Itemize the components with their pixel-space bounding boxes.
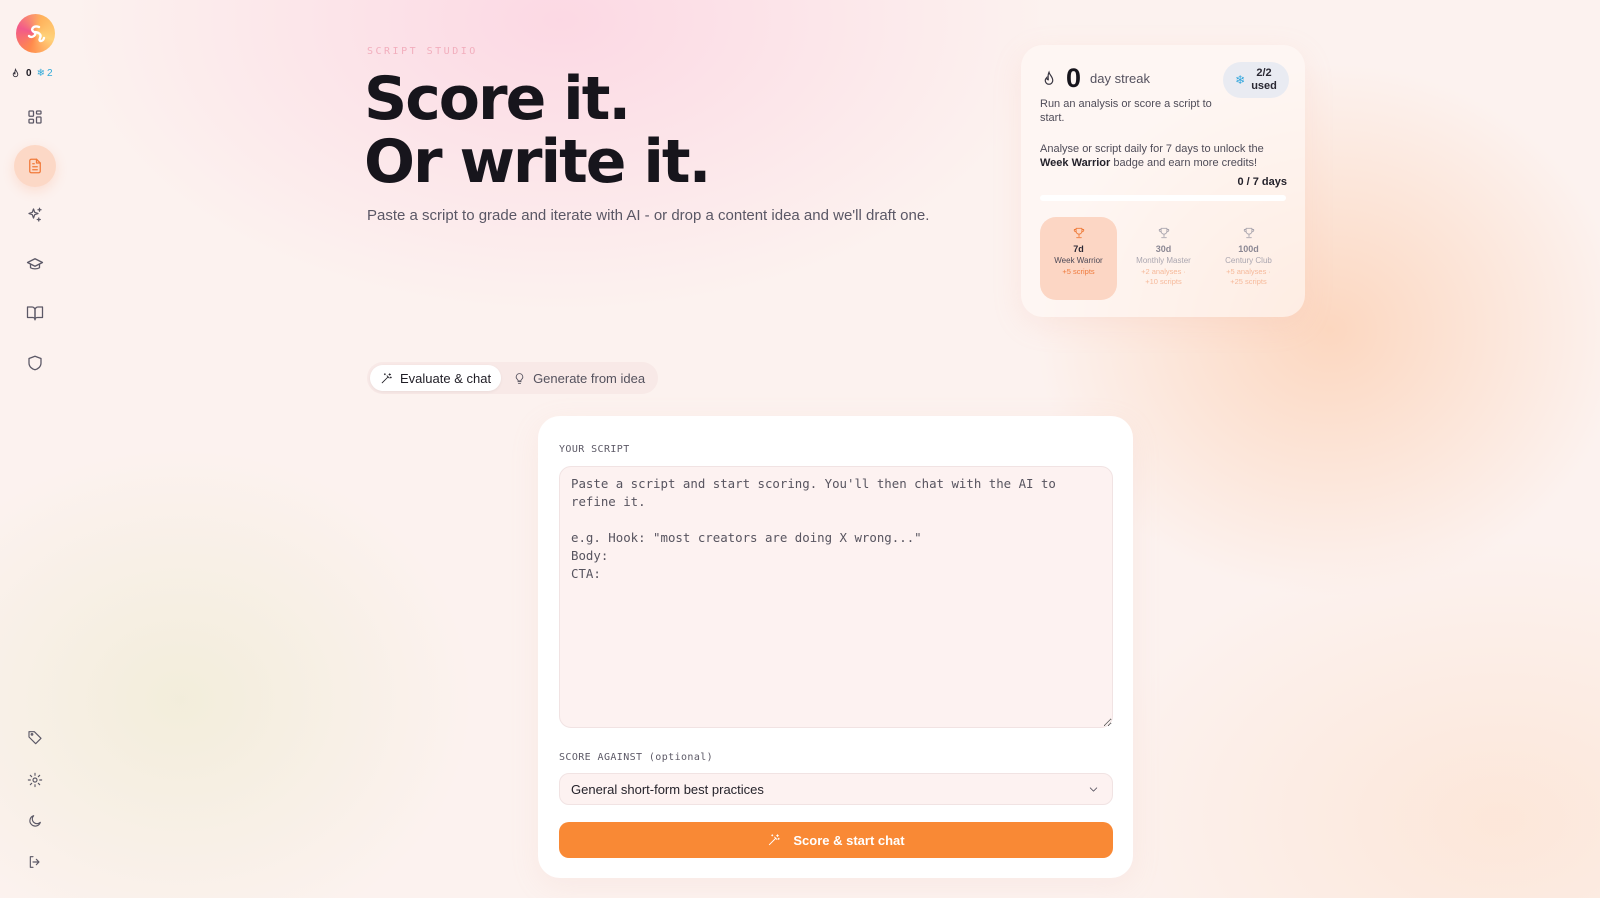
sidebar: 0 ❄ 2 (0, 0, 70, 898)
badge-monthly-master: 30d Monthly Master +2 analyses · +10 scr… (1125, 217, 1202, 300)
streak-count: 0 (1066, 63, 1082, 93)
badge-name: Century Club (1225, 256, 1272, 265)
sidebar-item-dashboard[interactable] (14, 96, 56, 138)
magic-wand-icon (381, 372, 392, 383)
tab-label: Evaluate & chat (400, 370, 492, 386)
magic-wand-icon (769, 834, 781, 846)
trophy-icon (1243, 227, 1254, 239)
streak-description: Run an analysis or score a script to sta… (1040, 98, 1212, 124)
streak-progress-bar (1040, 195, 1286, 201)
sidebar-item-scripts[interactable] (14, 145, 56, 187)
sidebar-item-sparkles[interactable] (14, 194, 56, 236)
freeze-counter: ❄ 2 (37, 68, 53, 79)
dashboard-icon (28, 110, 42, 124)
badge-reward: +5 scripts (1062, 267, 1095, 276)
chevron-down-icon (1089, 787, 1098, 792)
script-input[interactable] (559, 466, 1113, 728)
badge-days: 7d (1073, 244, 1084, 254)
app-logo[interactable] (16, 14, 55, 53)
badge-name: Week Warrior (1054, 256, 1103, 265)
moon-icon (29, 815, 41, 827)
sidebar-item-tags[interactable] (14, 716, 56, 758)
freeze-used-label: used (1251, 80, 1277, 92)
streak-header: 0 day streak (1040, 63, 1150, 94)
badge-century-club: 100d Century Club +5 analyses · +25 scri… (1210, 217, 1287, 300)
badge-reward-line2: +25 scripts (1230, 277, 1267, 286)
lightbulb-icon (515, 372, 524, 384)
streak-goal-badge: Week Warrior (1040, 157, 1111, 169)
badge-days: 30d (1155, 244, 1172, 254)
script-label: YOUR SCRIPT (559, 444, 630, 455)
page-title-line2: Or write it. (364, 127, 711, 197)
streak-goal-prefix: Analyse or script daily for 7 days to un… (1040, 143, 1264, 155)
mode-tabs: Evaluate & chat Generate from idea (367, 362, 659, 394)
sparkles-icon (28, 207, 42, 222)
flame-icon (12, 68, 19, 78)
score-start-chat-button[interactable]: Score & start chat (559, 822, 1113, 858)
tag-icon (28, 731, 42, 745)
tab-label: Generate from idea (533, 370, 646, 386)
badge-days: 100d (1238, 244, 1259, 254)
streak-goal-suffix: badge and earn more credits! (1113, 157, 1258, 169)
score-against-select[interactable]: General short-form best practices (559, 773, 1113, 805)
logout-icon (29, 856, 40, 868)
snowflake-icon: ❄ (36, 68, 45, 79)
tab-evaluate-chat[interactable]: Evaluate & chat (370, 365, 502, 391)
sidebar-item-learn[interactable] (14, 243, 56, 285)
snowflake-icon: ❄ (1235, 73, 1246, 87)
sidebar-freeze-count: 2 (46, 68, 53, 79)
script-panel: YOUR SCRIPT SCORE AGAINST (optional) Gen… (538, 416, 1133, 878)
sidebar-item-settings[interactable] (14, 759, 56, 801)
book-open-icon (26, 306, 44, 321)
tab-generate-from-idea[interactable]: Generate from idea (503, 365, 655, 391)
streak-progress-text: 0 / 7 days (1237, 176, 1287, 188)
flame-icon (1044, 70, 1054, 85)
badge-reward-line1: +5 analyses · (1226, 267, 1271, 276)
trophy-icon (1158, 227, 1169, 239)
freeze-usage: 2/2 used (1251, 67, 1277, 93)
document-icon (29, 158, 41, 174)
theme-toggle[interactable] (14, 800, 56, 842)
shield-icon (28, 355, 42, 371)
sidebar-item-security[interactable] (14, 342, 56, 384)
gear-icon (27, 772, 43, 788)
page-title-line1: Score it. (364, 64, 631, 134)
freeze-badge: ❄ 2/2 used (1223, 62, 1289, 98)
trophy-icon (1073, 227, 1084, 239)
page-eyebrow: SCRIPT STUDIO (367, 46, 478, 57)
logo-mark-icon (27, 24, 45, 42)
page-title: Score it. Or write it. (364, 64, 711, 197)
score-against-label: SCORE AGAINST (optional) (559, 752, 714, 763)
streak-label: day streak (1090, 71, 1151, 86)
badge-reward-line1: +2 analyses · (1141, 267, 1186, 276)
badge-week-warrior: 7d Week Warrior +5 scripts (1040, 217, 1117, 300)
score-start-chat-label: Score & start chat (793, 832, 905, 848)
score-against-value: General short-form best practices (571, 781, 764, 797)
streak-card: 0 day streak ❄ 2/2 used Run an analysis … (1021, 45, 1305, 317)
sidebar-item-library[interactable] (14, 292, 56, 334)
graduation-cap-icon (26, 258, 44, 270)
badge-reward-line2: +10 scripts (1145, 277, 1182, 286)
streak-goal: Analyse or script daily for 7 days to un… (1040, 142, 1290, 170)
badge-name: Monthly Master (1136, 256, 1191, 265)
streak-badges: 7d Week Warrior +5 scripts 30d Monthly M… (1040, 217, 1287, 300)
sidebar-streak-count: 0 (26, 68, 32, 79)
freeze-used-value: 2/2 (1256, 67, 1272, 79)
page-subtitle: Paste a script to grade and iterate with… (367, 207, 930, 224)
mini-stats: 0 ❄ 2 (10, 68, 53, 79)
logout-button[interactable] (14, 841, 56, 883)
